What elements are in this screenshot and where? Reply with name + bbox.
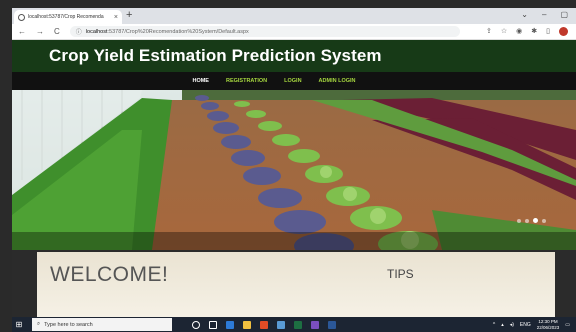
excel-icon[interactable] xyxy=(294,320,302,329)
windows-start-icon[interactable]: ⊞ xyxy=(12,320,26,329)
clock-date: 22/06/2023 xyxy=(536,324,560,330)
restore-button[interactable]: ▢ xyxy=(560,10,568,19)
tips-heading: TIPS xyxy=(387,267,414,281)
system-tray: ^ ▴ ◂) ENG 12:30 PM 22/06/2023 ▭ xyxy=(493,319,576,330)
info-icon[interactable]: ⓘ xyxy=(76,27,82,36)
network-icon[interactable]: ▴ xyxy=(501,322,504,328)
menu-login[interactable]: LOGIN xyxy=(284,78,301,84)
slider-dot[interactable] xyxy=(542,218,546,223)
minimize-button[interactable]: – xyxy=(542,10,546,19)
taskbar-search-placeholder: Type here to search xyxy=(44,321,93,328)
taskbar: ⊞ ⌕ Type here to search ^ ▴ ◂) ENG 12:30… xyxy=(12,317,576,332)
slider-dot[interactable] xyxy=(517,218,521,223)
extensions-icon[interactable]: ✱ xyxy=(531,27,537,36)
tab-close-icon[interactable]: × xyxy=(114,14,118,21)
globe-icon xyxy=(18,13,25,21)
slider-dot[interactable] xyxy=(525,218,529,223)
sidebar-icon[interactable]: ▯ xyxy=(546,27,550,36)
share-icon[interactable]: ⇪ xyxy=(486,27,492,36)
address-bar-row: ← → C ⓘ localhost:53787/Crop%20Recomenda… xyxy=(12,24,576,40)
url-field[interactable]: ⓘ localhost:53787/Crop%20Recomendation%2… xyxy=(69,26,460,37)
chrome-icon[interactable] xyxy=(260,320,268,329)
web-page: Crop Yield Estimation Prediction System … xyxy=(12,40,576,317)
language-indicator[interactable]: ENG xyxy=(520,322,531,328)
tab-title: localhost:53787/Crop Recomenda xyxy=(28,14,104,20)
content-area: WELCOME! TIPS xyxy=(12,250,576,317)
crop-field-image xyxy=(12,90,576,250)
visual-studio-icon[interactable] xyxy=(311,320,319,329)
browser-tab-bar: localhost:53787/Crop Recomenda × + ⌄ – ▢ xyxy=(12,8,576,24)
camera-icon[interactable]: ◉ xyxy=(516,27,522,36)
slider-dot-active[interactable] xyxy=(533,218,538,223)
site-header: Crop Yield Estimation Prediction System xyxy=(12,40,576,72)
app-icon[interactable] xyxy=(277,320,285,329)
clock[interactable]: 12:30 PM 22/06/2023 xyxy=(537,319,560,330)
volume-icon[interactable]: ◂) xyxy=(510,322,514,328)
edge-icon[interactable] xyxy=(226,320,234,329)
forward-icon[interactable]: → xyxy=(36,27,44,36)
taskbar-apps xyxy=(192,320,336,329)
site-title: Crop Yield Estimation Prediction System xyxy=(49,46,382,65)
slider-indicators xyxy=(517,218,546,223)
tray-chevron-icon[interactable]: ^ xyxy=(493,322,495,328)
star-icon[interactable]: ☆ xyxy=(501,27,507,36)
cortana-icon[interactable] xyxy=(192,320,200,329)
welcome-panel: WELCOME! TIPS xyxy=(37,252,555,317)
url-host: localhost xyxy=(85,28,108,35)
file-explorer-icon[interactable] xyxy=(243,320,251,329)
menu-home[interactable]: HOME xyxy=(192,78,209,84)
window-controls: ⌄ – ▢ xyxy=(521,10,568,19)
tab-search-chevron-icon[interactable]: ⌄ xyxy=(521,10,528,19)
reload-icon[interactable]: C xyxy=(54,27,60,36)
menu-admin-login[interactable]: ADMIN LOGIN xyxy=(319,78,356,84)
new-tab-button[interactable]: + xyxy=(126,9,132,21)
back-icon[interactable]: ← xyxy=(18,27,26,36)
clock-time: 12:30 PM xyxy=(538,319,558,324)
welcome-heading: WELCOME! xyxy=(50,263,169,286)
browser-toolbar-icons: ⇪ ☆ ◉ ✱ ▯ xyxy=(486,27,576,36)
task-view-icon[interactable] xyxy=(209,320,217,329)
taskbar-search[interactable]: ⌕ Type here to search xyxy=(32,318,172,331)
search-icon: ⌕ xyxy=(37,321,41,327)
profile-avatar[interactable] xyxy=(559,27,568,36)
browser-tab[interactable]: localhost:53787/Crop Recomenda × xyxy=(14,10,122,24)
hero-slider[interactable] xyxy=(12,90,576,250)
url-path: :53787/Crop%20Recomendation%20System/Def… xyxy=(107,28,249,35)
main-menu: HOME REGISTRATION LOGIN ADMIN LOGIN xyxy=(12,72,576,90)
notifications-icon[interactable]: ▭ xyxy=(565,322,570,328)
word-icon[interactable] xyxy=(328,320,336,329)
menu-registration[interactable]: REGISTRATION xyxy=(226,78,267,84)
